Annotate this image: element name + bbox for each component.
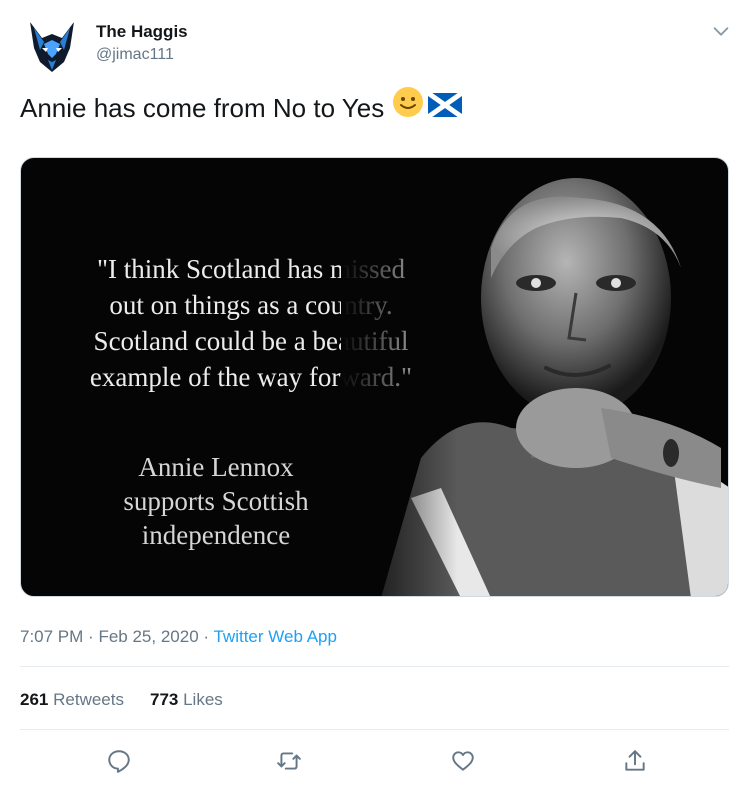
author-block: The Haggis @jimac111 bbox=[96, 22, 188, 65]
tweet-stats: 261 Retweets 773 Likes bbox=[20, 689, 223, 711]
tweet-source-link[interactable]: Twitter Web App bbox=[213, 627, 336, 646]
chevron-down-icon[interactable] bbox=[710, 20, 732, 42]
tweet-text: Annie has come from No to Yes bbox=[20, 86, 464, 129]
tweet-actions bbox=[20, 740, 729, 780]
likes-stat[interactable]: 773 Likes bbox=[150, 689, 223, 711]
attribution-text: Annie Lennox supports Scottish independe… bbox=[81, 450, 351, 552]
retweets-stat[interactable]: 261 Retweets bbox=[20, 689, 124, 711]
author-handle[interactable]: @jimac111 bbox=[96, 45, 188, 65]
retweets-count: 261 bbox=[20, 690, 49, 709]
reply-icon[interactable] bbox=[106, 748, 132, 774]
tweet-header: The Haggis @jimac111 bbox=[20, 14, 732, 78]
tweet-time[interactable]: 7:07 PM bbox=[20, 627, 83, 646]
attribution-line: Annie Lennox bbox=[138, 452, 294, 482]
scotland-flag-icon bbox=[426, 88, 464, 128]
retweet-icon[interactable] bbox=[276, 748, 302, 774]
tweet-image[interactable]: "I think Scotland has missed out on thin… bbox=[20, 157, 729, 597]
likes-label: Likes bbox=[183, 690, 223, 709]
tweet-text-content: Annie has come from No to Yes bbox=[20, 92, 385, 123]
likes-count: 773 bbox=[149, 690, 179, 709]
divider bbox=[20, 729, 729, 730]
tweet-date[interactable]: Feb 25, 2020 bbox=[98, 627, 198, 646]
divider bbox=[20, 666, 729, 667]
slightly-smiling-face-icon bbox=[392, 86, 424, 129]
attribution-line: supports Scottish bbox=[123, 486, 309, 516]
portrait-photo bbox=[341, 158, 728, 596]
meta-separator: · bbox=[88, 627, 94, 646]
avatar[interactable] bbox=[20, 14, 84, 78]
share-icon[interactable] bbox=[622, 748, 648, 774]
tweet-meta: 7:07 PM · Feb 25, 2020 · Twitter Web App bbox=[20, 626, 337, 648]
like-icon[interactable] bbox=[450, 748, 476, 774]
retweets-label: Retweets bbox=[53, 690, 124, 709]
wolf-logo-icon bbox=[20, 14, 84, 78]
author-name[interactable]: The Haggis bbox=[96, 22, 188, 42]
attribution-line: independence bbox=[141, 520, 291, 550]
meta-separator: · bbox=[203, 627, 210, 646]
